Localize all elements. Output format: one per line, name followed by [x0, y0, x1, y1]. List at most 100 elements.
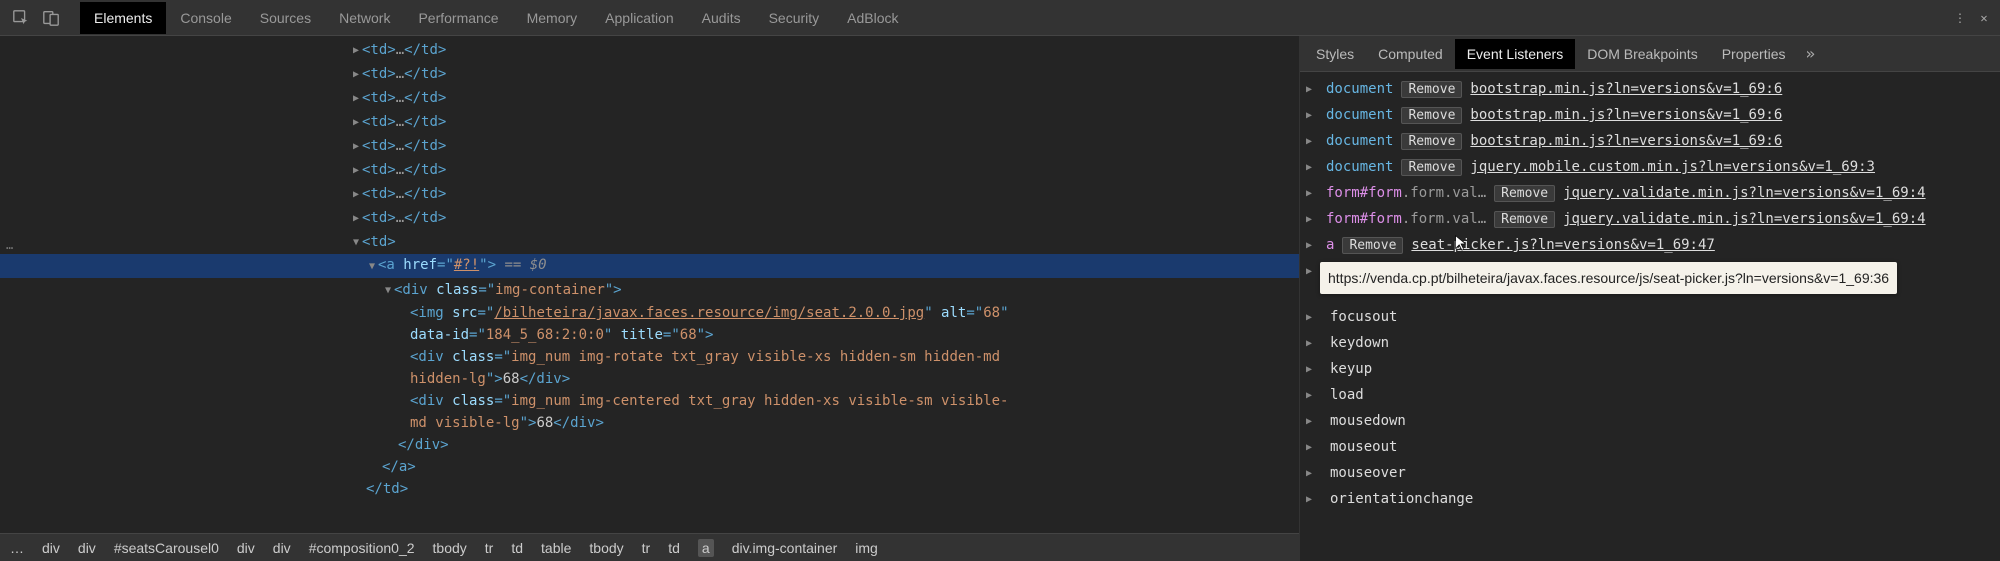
breadcrumb-segment[interactable]: #seatsCarousel0 [114, 540, 219, 556]
dom-tree[interactable]: <td>…</td><td>…</td><td>…</td><td>…</td>… [0, 36, 1299, 533]
dom-node[interactable]: <td>…</td> [0, 158, 1299, 182]
chevron-right-icon[interactable] [1306, 258, 1318, 284]
event-category[interactable]: focusout [1300, 304, 2000, 330]
dom-node[interactable]: <td>…</td> [0, 110, 1299, 134]
chevron-right-icon[interactable] [1306, 486, 1318, 512]
subtab-styles[interactable]: Styles [1304, 39, 1366, 69]
dom-node[interactable]: <td> [0, 230, 1299, 254]
tab-audits[interactable]: Audits [688, 2, 755, 34]
kebab-icon[interactable]: ⋮ [1952, 10, 1968, 26]
event-category[interactable]: mouseover [1300, 460, 2000, 486]
listener-item[interactable]: form#form.form.val…Removejquery.validate… [1300, 180, 2000, 206]
dom-node[interactable]: <div class="img-container"> [0, 278, 1299, 302]
dom-node[interactable]: <td>…</td> [0, 134, 1299, 158]
dom-node[interactable]: <td>…</td> [0, 62, 1299, 86]
event-listeners-panel[interactable]: documentRemovebootstrap.min.js?ln=versio… [1300, 72, 2000, 561]
listener-source-link[interactable]: bootstrap.min.js?ln=versions&v=1_69:6 [1470, 129, 1782, 153]
chevron-right-icon[interactable] [1306, 356, 1318, 382]
chevron-right-icon[interactable] [1306, 460, 1318, 486]
remove-button[interactable]: Remove [1401, 107, 1462, 124]
chevron-right-icon[interactable] [1306, 206, 1318, 232]
subtab-computed[interactable]: Computed [1366, 39, 1455, 69]
tab-application[interactable]: Application [591, 2, 688, 34]
dom-node[interactable]: </td> [0, 478, 1299, 500]
listener-item[interactable]: aRemoveseat-picker.js?ln=versions&v=1_69… [1300, 232, 2000, 258]
chevron-right-icon[interactable] [1306, 330, 1318, 356]
breadcrumb-segment[interactable]: div [273, 540, 291, 556]
inspect-icon[interactable] [12, 9, 30, 27]
tab-security[interactable]: Security [755, 2, 834, 34]
tab-performance[interactable]: Performance [404, 2, 512, 34]
breadcrumb-segment[interactable]: tbody [589, 540, 623, 556]
device-icon[interactable] [42, 9, 60, 27]
breadcrumb-segment[interactable]: div [237, 540, 255, 556]
chevron-right-icon[interactable] [1306, 128, 1318, 154]
subtab-dom-breakpoints[interactable]: DOM Breakpoints [1575, 39, 1709, 69]
remove-button[interactable]: Remove [1494, 185, 1555, 202]
tab-memory[interactable]: Memory [513, 2, 592, 34]
dom-node[interactable]: md visible-lg">68</div> [0, 412, 1299, 434]
listener-item[interactable]: form#form.form.val…Removejquery.validate… [1300, 206, 2000, 232]
breadcrumb-segment[interactable]: tr [485, 540, 494, 556]
dom-node-selected[interactable]: <a href="#?!"> == $0 [0, 254, 1299, 278]
tab-adblock[interactable]: AdBlock [833, 2, 912, 34]
dom-node[interactable]: data-id="184_5_68:2:0:0" title="68"> [0, 324, 1299, 346]
event-category[interactable]: keydown [1300, 330, 2000, 356]
listener-source-link[interactable]: bootstrap.min.js?ln=versions&v=1_69:6 [1470, 103, 1782, 127]
more-tabs-icon[interactable]: » [1802, 40, 1820, 67]
dom-node[interactable]: </a> [0, 456, 1299, 478]
breadcrumb-segment[interactable]: td [511, 540, 523, 556]
dom-node[interactable]: <div class="img_num img-centered txt_gra… [0, 390, 1299, 412]
chevron-right-icon[interactable] [1306, 232, 1318, 258]
dom-node[interactable]: <td>…</td> [0, 86, 1299, 110]
event-category[interactable]: orientationchange [1300, 486, 2000, 512]
dom-node[interactable]: <td>…</td> [0, 38, 1299, 62]
remove-button[interactable]: Remove [1401, 159, 1462, 176]
close-icon[interactable]: ✕ [1976, 10, 1992, 26]
tab-network[interactable]: Network [325, 2, 404, 34]
dom-node[interactable]: <div class="img_num img-rotate txt_gray … [0, 346, 1299, 368]
listener-item[interactable]: documentRemovebootstrap.min.js?ln=versio… [1300, 76, 2000, 102]
breadcrumb-segment[interactable]: a [698, 539, 714, 557]
subtab-event-listeners[interactable]: Event Listeners [1455, 39, 1576, 69]
event-category[interactable]: load [1300, 382, 2000, 408]
chevron-right-icon[interactable] [1306, 76, 1318, 102]
breadcrumb-segment[interactable]: div.img-container [732, 540, 838, 556]
subtab-properties[interactable]: Properties [1710, 39, 1798, 69]
listener-source-link[interactable]: jquery.mobile.custom.min.js?ln=versions&… [1470, 155, 1875, 179]
breadcrumb-segment[interactable]: div [42, 540, 60, 556]
event-category[interactable]: keyup [1300, 356, 2000, 382]
dom-node[interactable]: <td>…</td> [0, 182, 1299, 206]
chevron-right-icon[interactable] [1306, 102, 1318, 128]
chevron-right-icon[interactable] [1306, 382, 1318, 408]
dom-node[interactable]: hidden-lg">68</div> [0, 368, 1299, 390]
listener-source-link[interactable]: bootstrap.min.js?ln=versions&v=1_69:6 [1470, 77, 1782, 101]
listener-source-link[interactable]: jquery.validate.min.js?ln=versions&v=1_6… [1563, 181, 1925, 205]
remove-button[interactable]: Remove [1401, 81, 1462, 98]
chevron-right-icon[interactable] [1306, 154, 1318, 180]
dom-node[interactable]: <td>…</td> [0, 206, 1299, 230]
tab-sources[interactable]: Sources [246, 2, 325, 34]
chevron-right-icon[interactable] [1306, 180, 1318, 206]
breadcrumb-segment[interactable]: table [541, 540, 571, 556]
breadcrumb-segment[interactable]: div [78, 540, 96, 556]
breadcrumb[interactable]: …divdiv#seatsCarousel0divdiv#composition… [0, 533, 1299, 561]
breadcrumb-segment[interactable]: td [668, 540, 680, 556]
breadcrumb-segment[interactable]: #composition0_2 [309, 540, 415, 556]
remove-button[interactable]: Remove [1401, 133, 1462, 150]
listener-item[interactable]: documentRemovejquery.mobile.custom.min.j… [1300, 154, 2000, 180]
dom-node[interactable]: </div> [0, 434, 1299, 456]
remove-button[interactable]: Remove [1342, 237, 1403, 254]
chevron-right-icon[interactable] [1306, 408, 1318, 434]
breadcrumb-segment[interactable]: img [855, 540, 878, 556]
breadcrumb-segment[interactable]: tr [642, 540, 651, 556]
breadcrumb-segment[interactable]: tbody [433, 540, 467, 556]
dom-node[interactable]: <img src="/bilheteira/javax.faces.resour… [0, 302, 1299, 324]
listener-item[interactable]: documentRemovebootstrap.min.js?ln=versio… [1300, 128, 2000, 154]
tab-console[interactable]: Console [166, 2, 245, 34]
chevron-right-icon[interactable] [1306, 304, 1318, 330]
event-category[interactable]: mouseout [1300, 434, 2000, 460]
remove-button[interactable]: Remove [1494, 211, 1555, 228]
event-category[interactable]: mousedown [1300, 408, 2000, 434]
listener-item[interactable]: documentRemovebootstrap.min.js?ln=versio… [1300, 102, 2000, 128]
